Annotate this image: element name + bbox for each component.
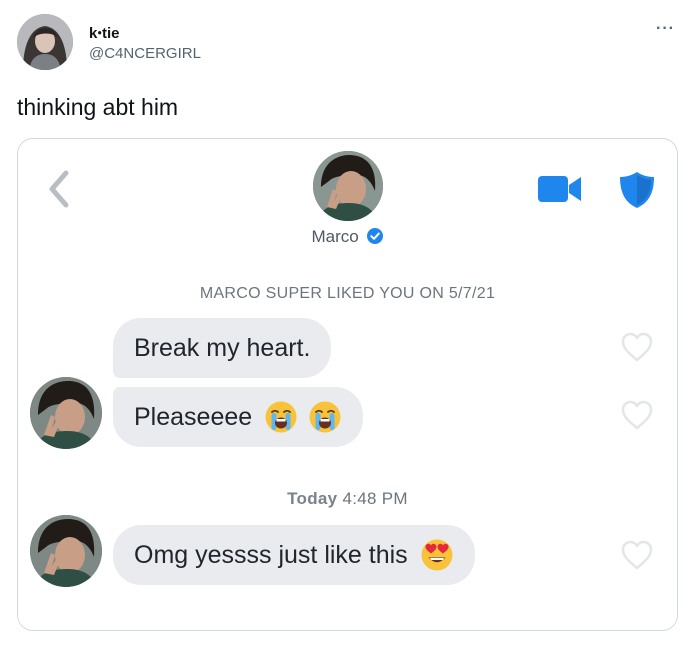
chat-header: Marco — [18, 139, 677, 263]
chat-body[interactable]: MARCO SUPER LIKED YOU ON 5/7/21 Break my… — [18, 263, 677, 630]
heart-icon[interactable] — [620, 399, 654, 431]
message-text: Break my heart. — [134, 333, 311, 362]
verified-badge-icon — [367, 228, 384, 244]
time-label: 4:48 PM — [342, 489, 408, 508]
more-dots-icon[interactable]: ··· — [656, 20, 675, 38]
tweet-media-card[interactable]: Marco MARCO SUPER LIKED YOU ON 5/7/21 Br… — [17, 138, 678, 631]
message-text: Pleaseeee — [134, 402, 253, 431]
video-call-icon[interactable] — [536, 173, 584, 205]
sender-avatar[interactable] — [30, 515, 102, 587]
message-bubble[interactable]: Pleaseeee — [113, 387, 364, 447]
back-chevron-icon[interactable] — [44, 169, 74, 209]
heart-icon[interactable] — [620, 539, 654, 571]
super-like-notice: MARCO SUPER LIKED YOU ON 5/7/21 — [199, 285, 496, 302]
message-text: Omg yessss just like this — [134, 540, 408, 569]
message-bubble[interactable]: Break my heart. — [113, 318, 332, 378]
loudly-crying-face-icon — [309, 401, 341, 433]
match-name[interactable]: Marco — [312, 227, 359, 246]
heart-icon[interactable] — [620, 331, 654, 363]
sender-avatar[interactable] — [30, 377, 102, 449]
author-handle[interactable]: @C4NCERGIRL — [89, 45, 201, 62]
author-avatar[interactable] — [17, 14, 73, 70]
heart-eyes-face-icon — [421, 539, 453, 571]
author-name[interactable]: kꞏtie — [89, 23, 119, 43]
day-label: Today — [287, 489, 338, 508]
message-bubble[interactable]: Omg yessss just like this — [113, 525, 475, 585]
timestamp: Today 4:48 PM — [18, 489, 677, 509]
loudly-crying-face-icon — [265, 401, 297, 433]
tweet-header: kꞏtie @C4NCERGIRL ··· — [17, 14, 683, 74]
match-avatar[interactable] — [313, 151, 383, 221]
safety-shield-icon[interactable] — [618, 170, 656, 210]
tweet-text: thinking abt him — [17, 94, 179, 120]
match-name-row: Marco — [18, 227, 677, 247]
